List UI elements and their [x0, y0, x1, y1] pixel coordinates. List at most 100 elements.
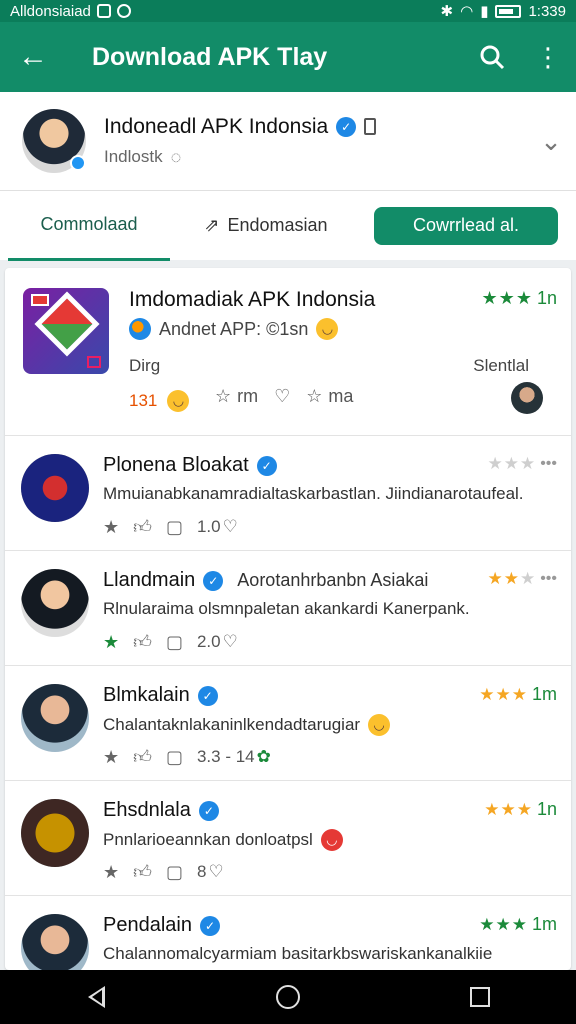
item-title: Blmkalain [103, 684, 190, 706]
item-count: 2.0 [196, 632, 221, 651]
list-item[interactable]: Llandmain ✓ Aorotanhrbanbn Asiakai Rlnul… [5, 551, 571, 666]
item-title: Pendalain [103, 914, 192, 936]
emoji-icon: ◡ [320, 829, 343, 851]
item-desc: Chalannomalcyarmiam basitarkbswariskanka… [103, 944, 493, 963]
star-icon[interactable]: ★ [103, 517, 119, 538]
thumbs-up-icon[interactable]: 👍︎ [133, 516, 152, 538]
chat-icon: ◌ [170, 146, 182, 167]
tab-indonesian[interactable]: ⇗ Endomasian [170, 191, 362, 261]
item-desc: Chalantaknlakaninlkendadtarugiar [103, 715, 361, 734]
download-all-button[interactable]: Cowrrlead al. [374, 206, 558, 245]
item-title-extra: Aorotanhrbanbn Asiakai [237, 570, 429, 590]
more-dots-icon[interactable]: ••• [540, 570, 557, 588]
favorite-button[interactable]: ♡ [274, 386, 290, 407]
tab-download[interactable]: Commolaad [8, 191, 170, 261]
bookmark-icon[interactable]: ▢ [166, 632, 183, 653]
like-label: rm [237, 386, 259, 406]
emoji-icon: ◡ [316, 318, 339, 340]
nav-home-button[interactable] [258, 970, 318, 1024]
download-all-label: Cowrrlead al. [412, 215, 520, 235]
verified-icon: ✓ [256, 455, 277, 476]
verified-badge-icon [70, 155, 86, 171]
rate-button[interactable]: ☆ ma [306, 386, 353, 407]
item-desc: Rlnularaima olsmnpaletan akankardi Kaner… [103, 599, 470, 618]
page-title: Download APK Tlay [92, 42, 328, 71]
featured-count: 131 [129, 391, 158, 410]
list-item[interactable]: Blmkalain ✓ Chalantaknlakaninlkendadtaru… [5, 666, 571, 781]
smiley-icon: ◡ [167, 390, 190, 412]
like-button[interactable]: ☆ rm [215, 386, 258, 407]
account-avatar [22, 109, 86, 173]
more-menu-button[interactable]: ⋮ [520, 22, 576, 92]
verified-icon: ✓ [197, 685, 218, 706]
back-button[interactable]: ← [0, 22, 66, 92]
item-avatar [21, 454, 89, 522]
star-rating-icon: ★★★ [487, 454, 537, 473]
list-item[interactable]: Pendalain ✓ Chalannomalcyarmiam basitark… [5, 896, 571, 970]
carrier-label: Alldonsiaiad [10, 2, 91, 20]
tab-download-label: Commolaad [40, 213, 138, 234]
app-list: Imdomadiak APK Indonsia Andnet APP: ©1sn… [5, 268, 571, 970]
expand-button[interactable]: ⌄ [526, 126, 576, 157]
star-rating-icon: ★★★ [481, 288, 533, 308]
item-rating: ★★★ 1m [479, 914, 557, 935]
list-item[interactable]: Plonena Bloakat ✓ Mmuianabkanamradialtas… [5, 436, 571, 551]
seller-avatar[interactable] [511, 382, 543, 414]
item-count: 1.0 [196, 517, 221, 536]
account-name: Indoneadl APK Indonsia [104, 114, 329, 138]
item-rating-suffix: 1m [531, 914, 557, 934]
item-rating-suffix: 1n [536, 799, 557, 819]
home-circle-icon [276, 985, 300, 1009]
heart-icon[interactable]: ♡ [223, 517, 238, 537]
item-title: Llandmain [103, 569, 196, 591]
item-rating: ★★★ 1n [484, 799, 557, 820]
featured-seller: Slentlal [473, 356, 529, 375]
item-title: Ehsdnlala [103, 799, 191, 821]
item-avatar [21, 569, 89, 637]
thumbs-up-icon[interactable]: 👍︎ [133, 861, 152, 883]
share-arrow-icon: ⇗ [204, 215, 220, 235]
star-rating-icon: ★★★ [484, 799, 533, 819]
featured-item[interactable]: Imdomadiak APK Indonsia Andnet APP: ©1sn… [5, 268, 571, 436]
star-icon[interactable]: ★ [103, 862, 119, 883]
thumbs-up-icon[interactable]: 👍︎ [133, 746, 152, 768]
battery-icon [495, 4, 522, 18]
system-nav-bar [0, 970, 576, 1024]
rate-label: ma [328, 386, 354, 406]
thumbs-up-icon: ☆ [215, 386, 232, 406]
star-rating-icon: ★★★ [487, 569, 537, 588]
nav-recents-button[interactable] [450, 970, 510, 1024]
star-outline-icon: ☆ [306, 386, 323, 406]
heart-icon: ♡ [274, 386, 291, 406]
bookmark-icon[interactable]: ▢ [166, 862, 183, 883]
heart-icon[interactable]: ♡ [208, 862, 223, 882]
signal-icon: ▮ [480, 3, 489, 20]
tab-indonesian-label: Endomasian [227, 215, 328, 235]
star-icon[interactable]: ★ [103, 747, 119, 768]
list-item[interactable]: Ehsdnlala ✓ Pnnlarioeannkan donloatpsl ◡… [5, 781, 571, 896]
nav-back-button[interactable] [66, 970, 126, 1024]
item-desc: Mmuianabkanamradialtaskarbastlan. Jiindi… [103, 484, 524, 503]
heart-icon[interactable]: ♡ [223, 632, 238, 652]
account-header[interactable]: Indoneadl APK Indonsia ✓ Indlostk ◌ ⌄ [0, 92, 576, 190]
featured-app-icon [23, 288, 109, 374]
item-title: Plonena Bloakat [103, 454, 249, 476]
featured-title: Imdomadiak APK Indonsia [129, 288, 376, 311]
bookmark-icon[interactable]: ▢ [166, 747, 183, 768]
thumbs-up-icon[interactable]: 👍︎ [133, 631, 152, 653]
globe-icon [129, 318, 151, 340]
verified-icon: ✓ [336, 116, 357, 137]
item-rating: ★★★ ••• [487, 454, 557, 474]
featured-subtitle-row: Andnet APP: ©1sn ◡ [129, 318, 339, 340]
featured-count-row: 131 ◡ [129, 390, 190, 412]
status-bar: Alldonsiaiad ✱ ◠ ▮ 1:339 [0, 0, 576, 22]
star-icon[interactable]: ★ [103, 632, 119, 653]
clock: 1:339 [528, 2, 566, 20]
item-avatar [21, 684, 89, 752]
verified-icon: ✓ [199, 915, 220, 936]
bookmark-icon[interactable]: ▢ [166, 517, 183, 538]
more-dots-icon[interactable]: ••• [540, 455, 557, 473]
search-button[interactable] [464, 22, 520, 92]
item-count: 8 [196, 862, 207, 881]
verified-icon: ✓ [203, 570, 224, 591]
